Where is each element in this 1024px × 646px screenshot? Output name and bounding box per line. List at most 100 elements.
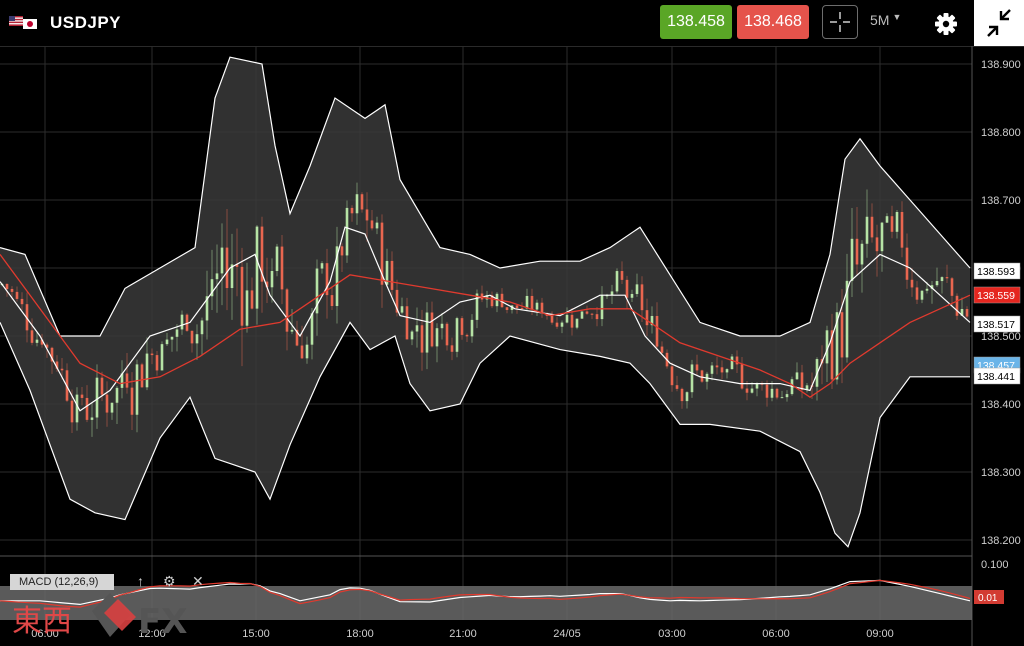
timeframe-dropdown[interactable]: 5M ▼ — [870, 12, 920, 34]
candle-body — [785, 394, 789, 398]
macd-indicator-label[interactable]: MACD (12,26,9) — [10, 574, 114, 590]
candle-body — [915, 287, 919, 300]
candle-body — [135, 364, 139, 415]
collapse-button[interactable] — [974, 0, 1024, 46]
y-tick-label: 138.900 — [981, 59, 1021, 71]
price-tag-label: 138.441 — [977, 371, 1015, 383]
candle-body — [275, 246, 279, 271]
candle-body — [855, 238, 859, 265]
macd-value-label: 0.01 — [978, 593, 998, 604]
arrow-up-icon[interactable]: ↑ — [137, 573, 144, 589]
candle-body — [150, 353, 154, 356]
chevron-down-icon: ▼ — [892, 12, 902, 22]
x-tick-label: 06:00 — [762, 628, 790, 640]
close-icon[interactable]: ✕ — [192, 573, 204, 590]
settings-button[interactable] — [930, 8, 962, 40]
candle-body — [950, 278, 954, 296]
candle-body — [740, 364, 744, 389]
price-tag-label: 138.517 — [977, 319, 1015, 331]
candle-body — [75, 394, 79, 423]
candle-body — [410, 331, 414, 340]
candle-body — [100, 377, 104, 395]
candle-body — [910, 279, 914, 288]
candle-body — [780, 397, 784, 399]
candle-body — [285, 289, 289, 332]
candle-body — [850, 238, 854, 281]
candle-body — [895, 212, 899, 232]
candle-body — [345, 207, 349, 256]
candle-body — [670, 366, 674, 386]
sell-price-button[interactable]: 138.458 — [660, 5, 732, 39]
candle-body — [765, 384, 769, 398]
candle-body — [105, 394, 109, 413]
candle-body — [165, 339, 169, 345]
candle-body — [860, 243, 864, 265]
candle-body — [865, 216, 869, 244]
candle-body — [130, 387, 134, 415]
candle-body — [220, 247, 224, 274]
candle-body — [570, 314, 574, 328]
candle-body — [725, 369, 729, 373]
candle-body — [180, 314, 184, 330]
candle-body — [20, 298, 24, 305]
candle-body — [15, 291, 19, 299]
candle-body — [430, 312, 434, 347]
candle-body — [30, 330, 34, 343]
candle-body — [875, 237, 879, 252]
candle-body — [215, 273, 219, 280]
candle-body — [615, 271, 619, 292]
logo-kanji: 東西 — [12, 604, 72, 639]
candle-body — [750, 388, 754, 393]
candle-body — [640, 284, 644, 311]
candle-body — [80, 394, 84, 398]
collapse-icon — [987, 9, 1011, 37]
candle-body — [675, 385, 679, 389]
candle-body — [890, 216, 894, 232]
candle-body — [195, 334, 199, 344]
timeframe-value: 5M — [870, 12, 890, 28]
candle-body — [840, 312, 844, 358]
candle-body — [955, 295, 959, 316]
candle-body — [290, 329, 294, 332]
candle-body — [935, 281, 939, 286]
candle-body — [225, 247, 229, 289]
candle-body — [355, 194, 359, 214]
candle-body — [770, 388, 774, 398]
candle-body — [160, 344, 164, 371]
bollinger-band-fill — [0, 57, 970, 547]
candle-body — [270, 270, 274, 288]
candle-body — [625, 279, 629, 298]
candle-body — [710, 365, 714, 374]
candle-body — [95, 377, 99, 418]
settings-icon[interactable]: ⚙ — [163, 573, 176, 590]
symbol-name: USDJPY — [50, 13, 122, 32]
crosshair-button[interactable] — [822, 5, 858, 39]
y-tick-label: 138.500 — [981, 331, 1021, 343]
candle-body — [695, 364, 699, 371]
candle-body — [920, 290, 924, 300]
candle-body — [450, 345, 454, 352]
candle-body — [70, 400, 74, 423]
candle-body — [415, 325, 419, 332]
candle-body — [945, 277, 949, 279]
candle-body — [200, 320, 204, 335]
candle-body — [350, 207, 354, 214]
candle-body — [405, 306, 409, 340]
y-tick-label: 138.200 — [981, 535, 1021, 547]
tozai-fx-logo: 東西 FX — [12, 593, 187, 642]
crosshair-icon — [830, 12, 850, 32]
y-tick-label: 138.800 — [981, 127, 1021, 139]
candle-body — [620, 271, 624, 280]
candle-body — [735, 356, 739, 365]
price-chart[interactable]: 138.900138.800138.700138.600138.500138.4… — [0, 46, 1024, 646]
candle-body — [940, 277, 944, 282]
y-tick-label: 138.300 — [981, 467, 1021, 479]
candle-body — [465, 334, 469, 337]
candle-body — [755, 383, 759, 389]
buy-price-button[interactable]: 138.468 — [737, 5, 809, 39]
candle-body — [800, 372, 804, 390]
candle-body — [590, 313, 594, 315]
candle-body — [115, 387, 119, 403]
x-tick-label: 15:00 — [242, 628, 270, 640]
candle-body — [190, 330, 194, 344]
